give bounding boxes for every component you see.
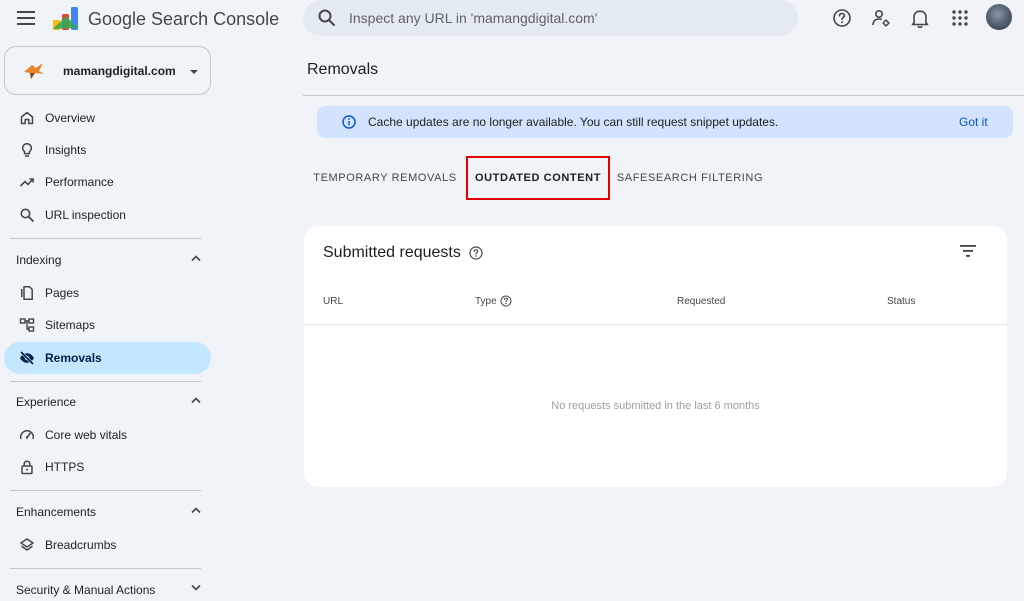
users-settings-button[interactable] xyxy=(870,7,892,29)
home-icon xyxy=(18,109,36,127)
sidebar-item-label: Performance xyxy=(45,175,114,189)
sidebar-item-label: Core web vitals xyxy=(45,428,128,442)
sitemap-icon xyxy=(18,316,36,334)
google-apps-button[interactable] xyxy=(949,7,971,29)
top-bar: Google Search Console xyxy=(0,0,1024,38)
column-header-type[interactable]: Type xyxy=(475,296,497,307)
chevron-up-icon xyxy=(191,507,201,514)
sidebar-item-url-inspection[interactable]: URL inspection xyxy=(4,199,211,231)
sidebar-divider xyxy=(10,238,201,239)
sidebar-section-enhancements[interactable]: Enhancements xyxy=(4,499,211,525)
sidebar-item-performance[interactable]: Performance xyxy=(4,166,211,198)
help-button[interactable] xyxy=(831,7,853,29)
table-header-divider xyxy=(304,324,1007,325)
column-header-url[interactable]: URL xyxy=(323,296,343,307)
header-divider xyxy=(303,95,1024,96)
sidebar-item-label: Sitemaps xyxy=(45,318,96,332)
account-avatar[interactable] xyxy=(986,4,1012,30)
section-title: Indexing xyxy=(16,253,62,267)
got-it-button[interactable]: Got it xyxy=(949,113,998,131)
sidebar-divider xyxy=(10,381,201,382)
hamburger-icon xyxy=(17,11,35,25)
sidebar-item-overview[interactable]: Overview xyxy=(4,102,211,134)
bell-icon xyxy=(911,10,929,28)
speedometer-icon xyxy=(18,426,36,444)
help-icon[interactable] xyxy=(469,246,483,260)
caret-down-icon xyxy=(190,70,198,74)
tab-outdated-content[interactable]: OUTDATED CONTENT xyxy=(466,156,610,200)
chevron-up-icon xyxy=(191,255,201,262)
manage-accounts-icon xyxy=(872,9,890,27)
sidebar-item-breadcrumbs[interactable]: Breadcrumbs xyxy=(4,529,211,561)
lock-icon xyxy=(18,458,36,476)
column-header-status[interactable]: Status xyxy=(887,296,915,307)
chevron-down-icon xyxy=(191,584,201,591)
pages-icon xyxy=(18,284,36,302)
property-selector[interactable]: mamangdigital.com xyxy=(4,46,211,95)
trending-up-icon xyxy=(18,173,36,191)
search-console-logo[interactable] xyxy=(52,5,80,31)
sidebar-item-core-web-vitals[interactable]: Core web vitals xyxy=(4,419,211,451)
product-name: Google Search Console xyxy=(88,9,280,29)
tab-temporary-removals[interactable]: TEMPORARY REMOVALS xyxy=(310,158,460,198)
sidebar-item-removals[interactable]: Removals xyxy=(4,342,211,374)
lightbulb-icon xyxy=(18,141,36,159)
notifications-button[interactable] xyxy=(909,7,931,29)
card-title: Submitted requests xyxy=(323,244,461,261)
sidebar-divider xyxy=(10,490,201,491)
main-menu-button[interactable] xyxy=(14,8,38,28)
column-header-requested[interactable]: Requested xyxy=(677,296,725,307)
sidebar-divider xyxy=(10,568,201,569)
section-title: Security & Manual Actions xyxy=(16,583,156,597)
section-title: Experience xyxy=(16,395,77,409)
search-icon xyxy=(318,9,335,26)
sidebar-item-pages[interactable]: Pages xyxy=(4,277,211,309)
sidebar-item-label: Pages xyxy=(45,286,80,300)
property-favicon-icon xyxy=(24,63,44,79)
search-icon xyxy=(18,206,36,224)
sidebar-item-label: HTTPS xyxy=(45,460,85,474)
page-title: Removals xyxy=(307,61,379,78)
empty-state-message: No requests submitted in the last 6 mont… xyxy=(551,400,760,412)
chevron-up-icon xyxy=(191,397,201,404)
banner-message: Cache updates are no longer available. Y… xyxy=(368,115,779,129)
submitted-requests-card: Submitted requests URL Type Requested St… xyxy=(304,226,1007,487)
filter-icon[interactable] xyxy=(959,242,977,260)
tab-safesearch-filtering[interactable]: SAFESEARCH FILTERING xyxy=(615,158,765,198)
info-banner: Cache updates are no longer available. Y… xyxy=(317,106,1013,138)
eye-off-icon xyxy=(18,349,36,367)
sidebar-item-https[interactable]: HTTPS xyxy=(4,451,211,483)
url-inspection-search-bar[interactable] xyxy=(303,0,798,36)
sidebar-section-indexing[interactable]: Indexing xyxy=(4,247,211,273)
search-input[interactable] xyxy=(349,0,779,36)
section-title: Enhancements xyxy=(16,505,97,519)
apps-grid-icon xyxy=(952,10,968,26)
layers-icon xyxy=(18,536,36,554)
sidebar-item-label: Removals xyxy=(45,351,102,365)
sidebar-item-insights[interactable]: Insights xyxy=(4,134,211,166)
sidebar-section-security[interactable]: Security & Manual Actions xyxy=(4,577,211,601)
sidebar-item-label: URL inspection xyxy=(45,208,126,222)
sidebar-item-label: Overview xyxy=(45,111,96,125)
sidebar-item-label: Breadcrumbs xyxy=(45,538,117,552)
sidebar-section-experience[interactable]: Experience xyxy=(4,389,211,415)
property-name: mamangdigital.com xyxy=(63,64,176,78)
info-icon xyxy=(342,115,356,129)
help-icon[interactable] xyxy=(500,295,512,307)
help-icon xyxy=(833,9,851,27)
sidebar-item-label: Insights xyxy=(45,143,87,157)
sidebar-item-sitemaps[interactable]: Sitemaps xyxy=(4,309,211,341)
